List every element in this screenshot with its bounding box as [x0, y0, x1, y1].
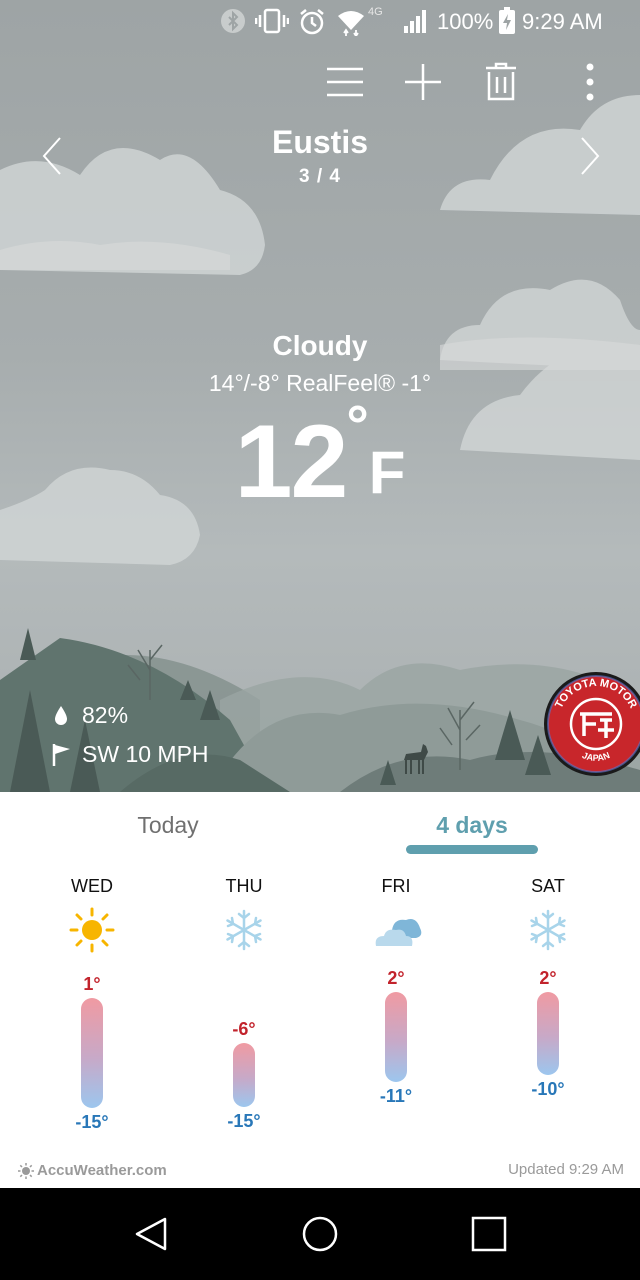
location-name: Eustis: [271, 124, 369, 160]
forecast-high-temp: 1°: [83, 974, 101, 995]
vibrate-icon: [254, 8, 290, 39]
tab-indicator: [406, 845, 538, 854]
more-icon: [586, 63, 594, 101]
back-icon: [135, 1217, 167, 1251]
tab-today[interactable]: Today: [8, 812, 328, 839]
add-location-button[interactable]: [399, 58, 447, 106]
wind-row: SW 10 MPH: [50, 741, 209, 768]
cloudy-icon: [372, 906, 422, 954]
forecast-day-name: SAT: [531, 876, 565, 896]
humidity-row: 82%: [50, 702, 128, 729]
tab-4-days[interactable]: 4 days: [312, 812, 632, 839]
location-index: 3 / 4: [299, 166, 341, 187]
temperature-range-bar: [385, 992, 407, 1082]
humidity-value: 82%: [82, 702, 129, 728]
more-options-button[interactable]: [566, 58, 614, 106]
forecast-day-sat: SAT 2° -10°: [472, 876, 624, 1099]
current-temperature: 12°F: [0, 393, 640, 522]
bluetooth-icon: [220, 8, 246, 39]
network-type: 4G: [368, 6, 383, 18]
wind-value: SW 10 MPH: [82, 741, 209, 767]
recent-apps-button[interactable]: [465, 1210, 513, 1258]
status-bar: 4G 100% 9:29 AM: [0, 0, 640, 44]
temperature-range-bar: [81, 998, 103, 1108]
forecast-high-temp: -6°: [232, 1019, 256, 1040]
forecast-day-fri: FRI 2° -11°: [320, 876, 472, 1106]
chevron-right-icon: [581, 137, 600, 175]
forecast-high-temp: 2°: [387, 968, 405, 988]
accuweather-sun-icon: [18, 1162, 34, 1179]
toyota-badge: TOYOTA MOTOR JAPAN: [540, 668, 640, 780]
forecast-low-temp: -15°: [75, 1112, 109, 1132]
weather-condition: Cloudy: [272, 330, 368, 361]
delete-icon: [486, 62, 516, 101]
forecast-day-name: THU: [225, 876, 263, 896]
forecast-day-name: WED: [71, 876, 113, 896]
back-button[interactable]: [127, 1210, 175, 1258]
navigation-bar: [0, 1188, 640, 1280]
wind-flag-icon: [50, 743, 72, 767]
temperature-range-bar: [233, 1043, 255, 1107]
battery-percent: 100%: [437, 9, 494, 34]
forecast-day-thu: THU -6° -15°: [168, 876, 320, 1131]
snowflake-icon: [524, 906, 572, 954]
updated-time: Updated 9:29 AM: [508, 1161, 624, 1178]
temperature-range-bar: [537, 992, 559, 1076]
forecast-low-temp: -10°: [531, 1079, 565, 1100]
forecast-day-wed: WED 1° -15°: [16, 876, 168, 1132]
degree-symbol: °: [346, 393, 369, 456]
temperature-unit: F: [368, 439, 406, 506]
forecast-day-name: FRI: [381, 876, 411, 896]
forecast-low-temp: -15°: [227, 1110, 261, 1131]
menu-button[interactable]: [321, 58, 369, 106]
home-button[interactable]: [296, 1210, 344, 1258]
weather-hero: 4G 100% 9:29 AM Eustis 3 / 4 Cloudy 14°/…: [0, 0, 640, 792]
clock: 9:29 AM: [522, 9, 603, 34]
forecast-high-temp: 2°: [539, 968, 557, 988]
hilo-realfeel: 14°/-8° RealFeel® -1°: [208, 370, 432, 396]
alarm-icon: [298, 8, 326, 41]
humidity-drop-icon: [50, 704, 72, 728]
next-location-button[interactable]: [570, 130, 610, 182]
forecast-low-temp: -11°: [379, 1085, 413, 1106]
accuweather-logo[interactable]: AccuWeather.com: [18, 1162, 167, 1179]
wifi-icon: [336, 8, 366, 41]
accuweather-brand: AccuWeather.com: [37, 1162, 167, 1179]
temperature-value: 12: [234, 404, 349, 520]
home-icon: [302, 1216, 338, 1252]
menu-icon: [327, 67, 363, 97]
snowflake-icon: [220, 906, 268, 954]
recent-apps-icon: [471, 1216, 507, 1252]
battery-charging-icon: [498, 7, 516, 40]
add-icon: [405, 64, 441, 100]
sun-icon: [68, 906, 116, 954]
forecast-panel: Today 4 days WED 1° -15° THU -6° -15° FRI 2° -11…: [0, 792, 640, 1188]
delete-location-button[interactable]: [477, 58, 525, 106]
signal-icon: [402, 8, 430, 39]
